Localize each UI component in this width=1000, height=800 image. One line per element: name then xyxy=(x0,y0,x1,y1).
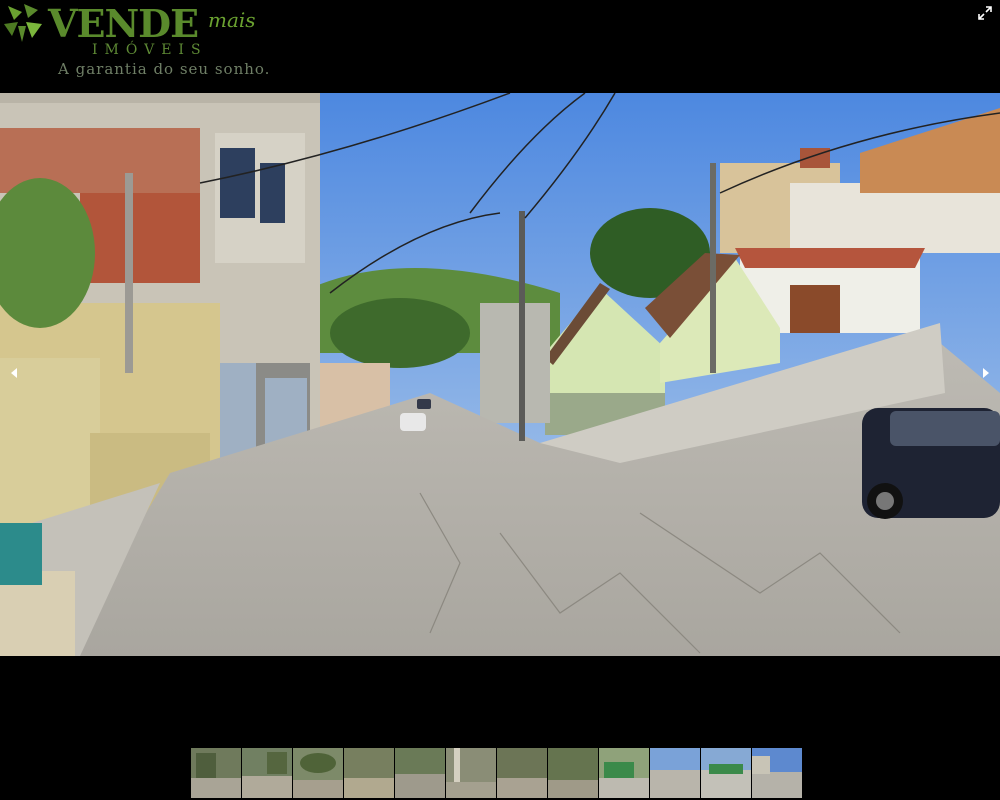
thumbnail-strip xyxy=(191,748,802,798)
thumbnail-7[interactable] xyxy=(497,748,547,798)
thumbnail-12[interactable] xyxy=(752,748,802,798)
arrow-right-icon[interactable] xyxy=(976,363,996,383)
thumbnail-3[interactable] xyxy=(293,748,343,798)
logo-tagline: A garantia do seu sonho. xyxy=(58,60,271,78)
logo-brand-suffix: mais xyxy=(208,8,256,32)
logo-mark-icon xyxy=(4,4,42,42)
fullscreen-icon[interactable] xyxy=(978,6,992,20)
thumbnail-9[interactable] xyxy=(599,748,649,798)
arrow-left-icon[interactable] xyxy=(4,363,24,383)
logo-brand: VENDE xyxy=(48,1,199,46)
thumbnail-10[interactable] xyxy=(650,748,700,798)
thumbnail-1[interactable] xyxy=(191,748,241,798)
thumbnail-6[interactable] xyxy=(446,748,496,798)
thumbnail-4[interactable] xyxy=(344,748,394,798)
main-photo xyxy=(0,93,1000,656)
thumbnail-5[interactable] xyxy=(395,748,445,798)
brand-logo: VENDE mais IMÓVEIS A garantia do seu son… xyxy=(0,0,280,86)
thumbnail-8[interactable] xyxy=(548,748,598,798)
thumbnail-2[interactable] xyxy=(242,748,292,798)
logo-subtitle: IMÓVEIS xyxy=(92,42,208,58)
thumbnail-11[interactable] xyxy=(701,748,751,798)
